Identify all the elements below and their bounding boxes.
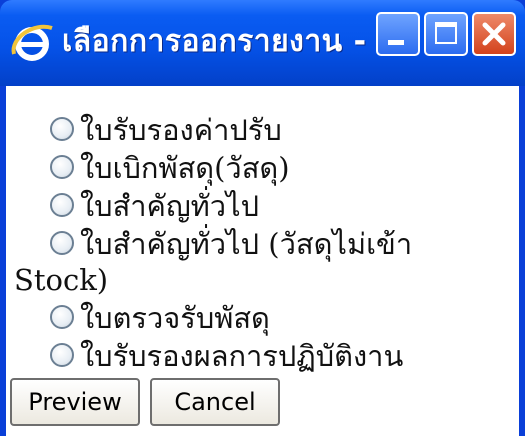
option-row[interactable]: ใบเบิกพัสดุ(วัสดุ) (50, 148, 290, 188)
option-row[interactable]: ใบตรวจรับพัสดุ (50, 298, 270, 338)
option-row[interactable]: ใบสำคัญทั่วไป (50, 186, 259, 226)
maximize-icon (435, 22, 457, 44)
title-bar[interactable]: เลือกการออกรายงาน - ... (0, 0, 525, 86)
radio-button[interactable] (50, 117, 74, 141)
option-label: ใบตรวจรับพัสดุ (80, 301, 270, 335)
option-label: ใบเบิกพัสดุ(วัสดุ) (80, 151, 290, 185)
radio-button[interactable] (50, 231, 74, 255)
preview-button[interactable]: Preview (10, 378, 140, 426)
cancel-button[interactable]: Cancel (150, 378, 280, 426)
option-label: ใบรับรองผลการปฏิบัติงาน (80, 339, 404, 373)
report-dialog: เลือกการออกรายงาน - ... ใบรับรองค่าปรับ … (0, 0, 525, 436)
radio-button[interactable] (50, 155, 74, 179)
maximize-button[interactable] (424, 12, 468, 56)
minimize-icon (388, 40, 404, 45)
minimize-button[interactable] (376, 12, 420, 56)
option-row[interactable]: ใบสำคัญทั่วไป (วัสดุไม่เข้า (50, 224, 412, 264)
close-icon (482, 22, 506, 46)
radio-button[interactable] (50, 305, 74, 329)
option-row[interactable]: ใบรับรองผลการปฏิบัติงาน (50, 336, 403, 376)
window-title: เลือกการออกรายงาน - ... (62, 24, 414, 59)
radio-button[interactable] (50, 193, 74, 217)
close-button[interactable] (472, 12, 516, 56)
option-label: ใบรับรองค่าปรับ (80, 113, 282, 147)
option-label-continuation: Stock) (14, 263, 109, 297)
internet-explorer-icon (11, 24, 53, 61)
radio-button[interactable] (50, 343, 74, 367)
dialog-body: ใบรับรองค่าปรับ ใบเบิกพัสดุ(วัสดุ) ใบสำค… (6, 86, 519, 436)
option-row[interactable]: ใบรับรองค่าปรับ (50, 110, 282, 150)
option-label: ใบสำคัญทั่วไป (80, 189, 260, 223)
option-label: ใบสำคัญทั่วไป (วัสดุไม่เข้า (80, 227, 413, 261)
